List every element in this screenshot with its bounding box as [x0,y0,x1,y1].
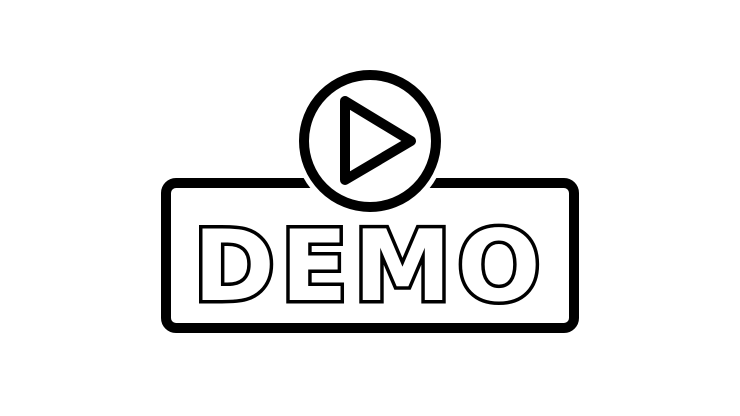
demo-label: DEMO [193,210,546,324]
demo-badge: DEMO [161,65,579,333]
play-icon-backing [294,65,446,217]
